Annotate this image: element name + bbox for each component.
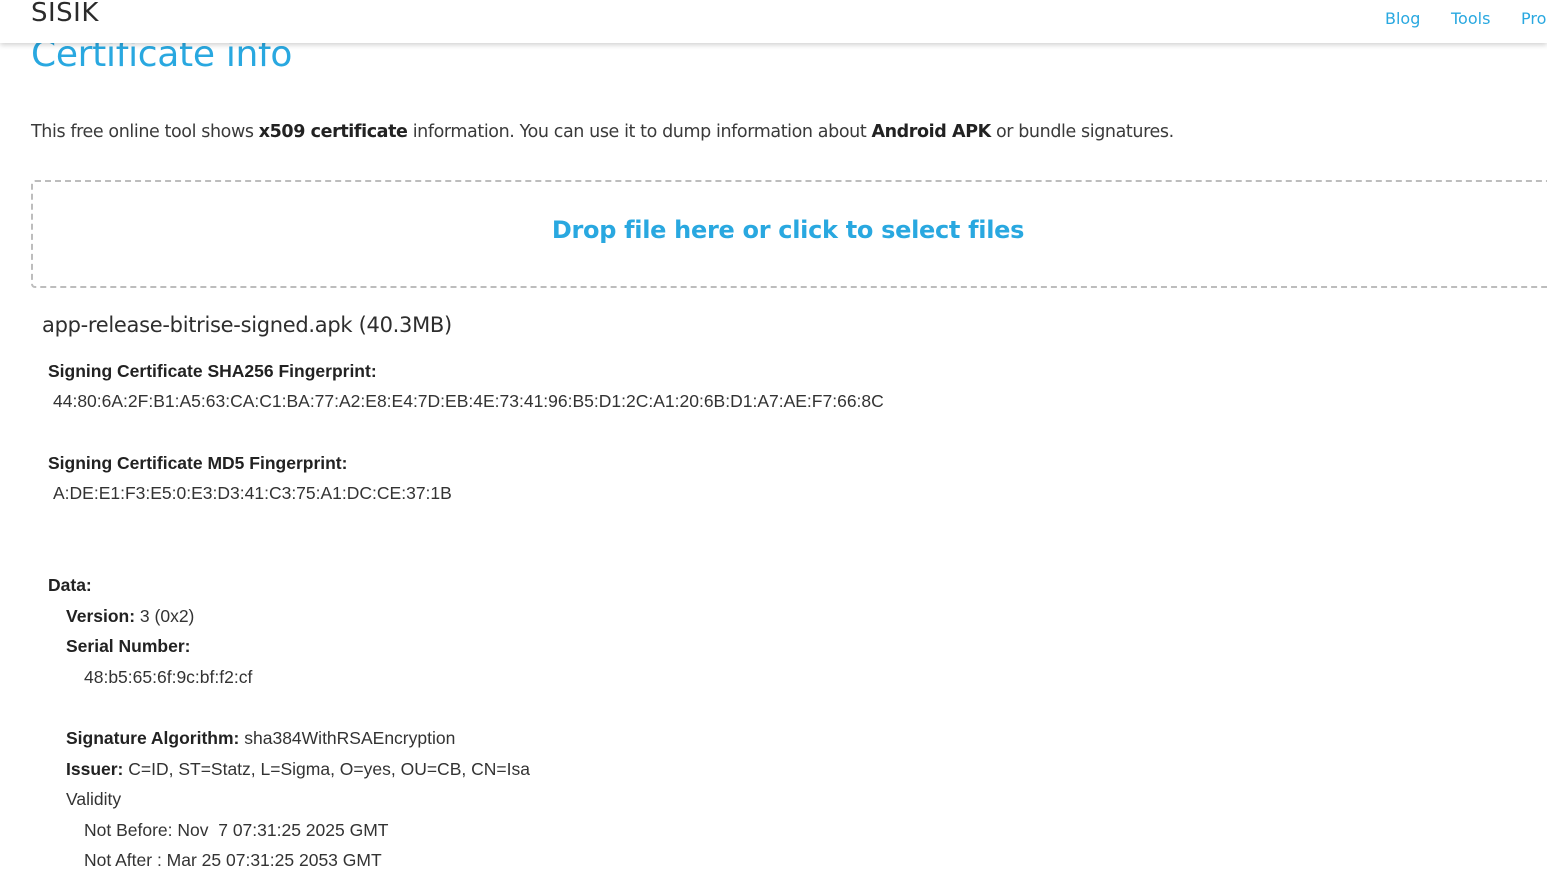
data-label-text: Data: [48,575,92,595]
sha256-label: Signing Certificate SHA256 Fingerprint: [48,361,377,382]
data-label: Data: [48,575,92,596]
signature-algorithm-value: sha384WithRSAEncryption [239,728,456,748]
version-label: Version: [66,606,136,626]
nav-link-pro[interactable]: Pro [1521,9,1546,28]
issuer-label: Issuer: [66,759,124,779]
nav-link-tools[interactable]: Tools [1451,9,1490,28]
md5-value: A:DE:E1:F3:E5:0:E3:D3:41:C3:75:A1:DC:CE:… [53,483,452,503]
brand-logo[interactable]: SISIK [31,0,99,28]
serial-value: 48:b5:65:6f:9c:bf:f2:cf [84,667,253,687]
issuer-value: C=ID, ST=Statz, L=Sigma, O=yes, OU=CB, C… [123,759,530,779]
validity-label: Validity [66,789,122,809]
file-name-heading: app-release-bitrise-signed.apk (40.3MB) [42,313,452,337]
signature-algorithm-row: Signature Algorithm: sha384WithRSAEncryp… [66,728,455,749]
dropzone-label: Drop file here or click to select files [551,216,1025,244]
validity-not-before: Not Before: Nov 7 07:31:25 2025 GMT [84,820,389,840]
md5-label-text: Signing Certificate MD5 Fingerprint: [48,453,348,473]
signature-algorithm-label: Signature Algorithm: [66,728,240,748]
md5-label: Signing Certificate MD5 Fingerprint: [48,453,347,474]
issuer-row: Issuer: C=ID, ST=Statz, L=Sigma, O=yes, … [66,759,530,780]
version-row: Version: 3 (0x2) [66,606,194,627]
version-value: 3 (0x2) [135,606,195,626]
intro-text: This free online tool shows x509 certifi… [31,122,1174,142]
intro-bold-android-apk: Android APK [871,122,991,142]
sha256-value: 44:80:6A:2F:B1:A5:63:CA:C1:BA:77:A2:E8:E… [53,391,884,411]
serial-label: Serial Number: [66,636,190,657]
intro-part-3: or bundle signatures. [990,122,1174,142]
intro-bold-x509: x509 certificate [258,122,408,142]
intro-part-1: This free online tool shows [31,122,259,142]
top-navbar: SISIK Blog Tools Pro [0,0,1547,43]
nav-link-blog[interactable]: Blog [1385,9,1420,28]
validity-not-after: Not After : Mar 25 07:31:25 2053 GMT [84,850,382,870]
intro-part-2: information. You can use it to dump info… [407,122,872,142]
file-dropzone[interactable]: Drop file here or click to select files [31,180,1547,288]
sha256-label-text: Signing Certificate SHA256 Fingerprint: [48,361,377,381]
serial-label-text: Serial Number: [66,636,191,656]
